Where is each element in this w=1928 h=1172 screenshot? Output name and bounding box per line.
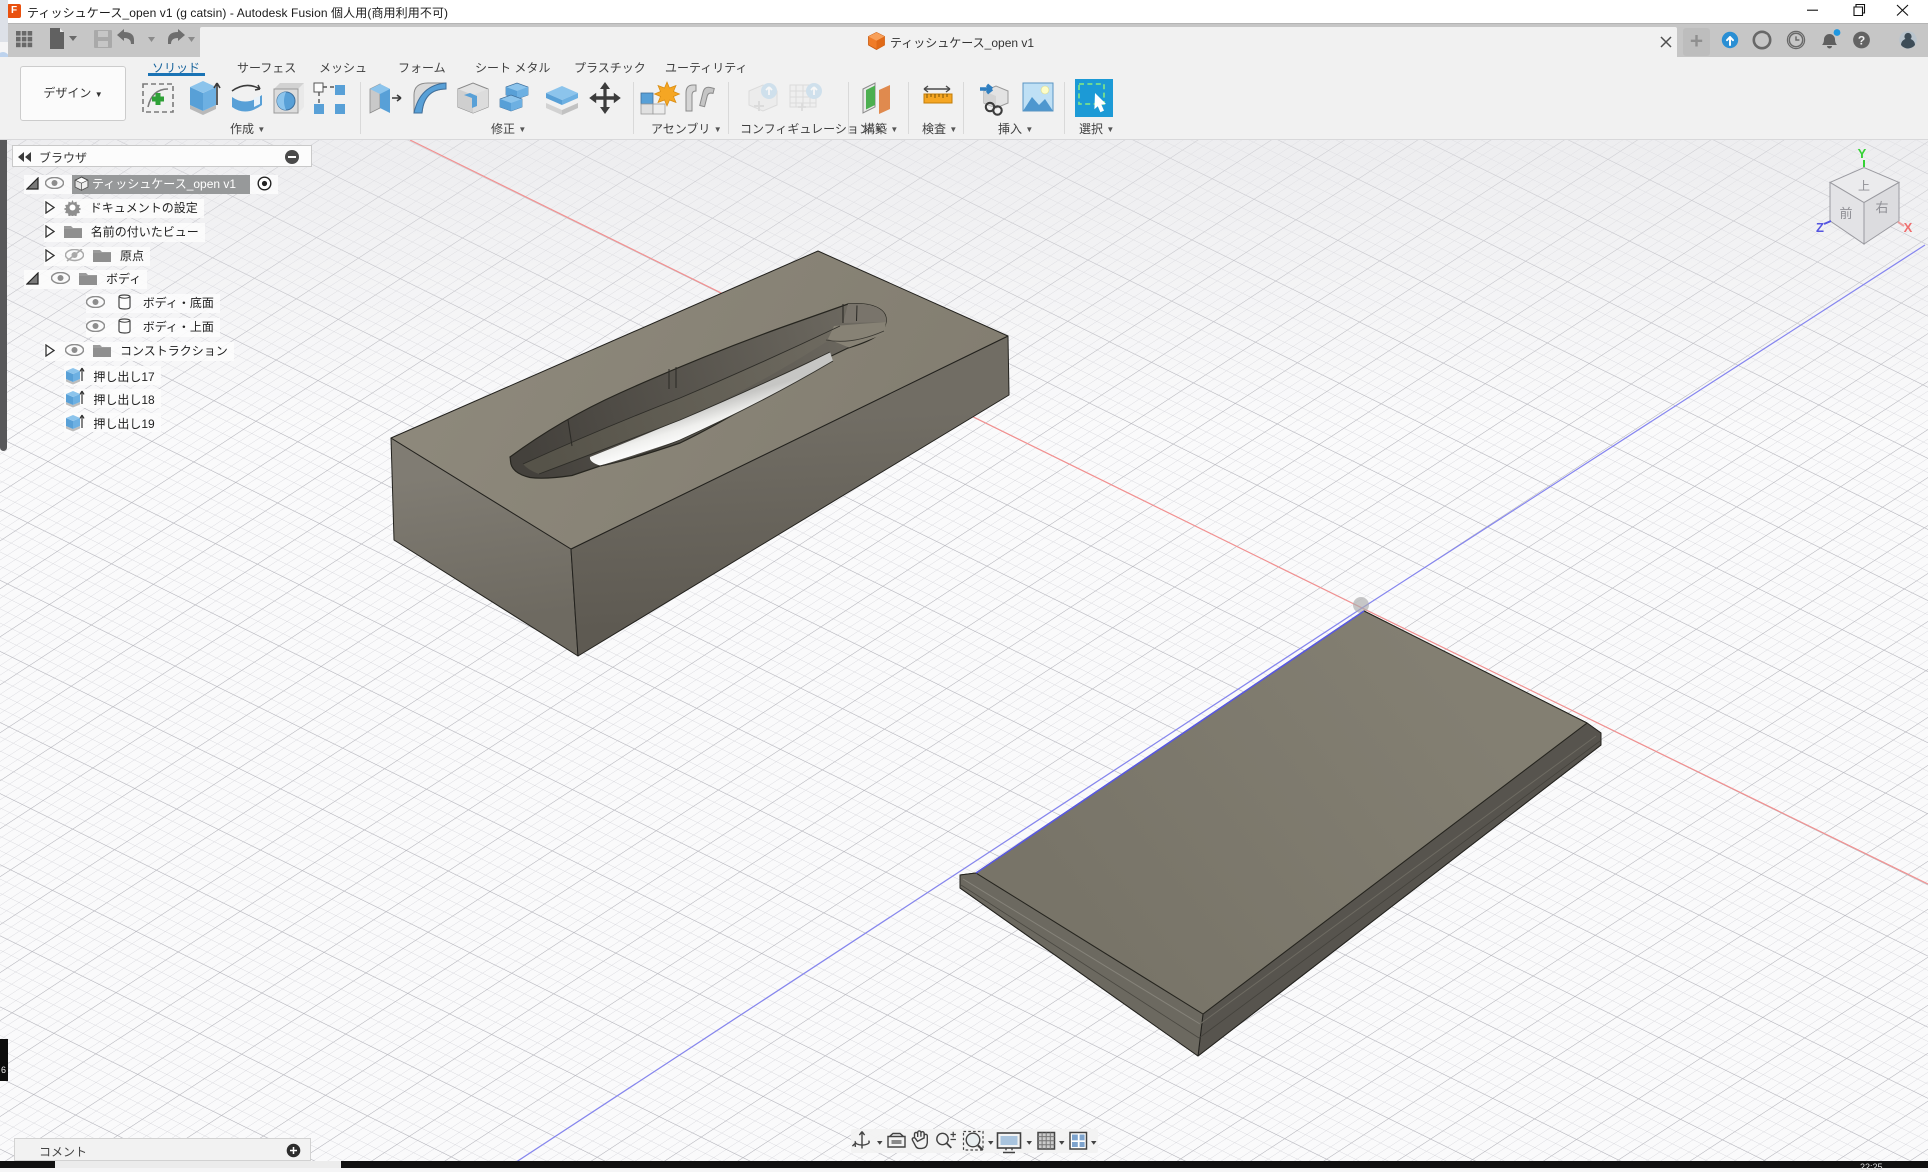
svg-text:上: 上 xyxy=(1858,179,1870,193)
svg-text:?: ? xyxy=(1858,34,1865,48)
svg-text:右: 右 xyxy=(1875,200,1888,215)
svg-text:Y: Y xyxy=(1858,146,1867,161)
svg-text:前: 前 xyxy=(1839,206,1852,221)
svg-text:X: X xyxy=(1904,220,1913,235)
svg-text:Z: Z xyxy=(1816,220,1824,235)
